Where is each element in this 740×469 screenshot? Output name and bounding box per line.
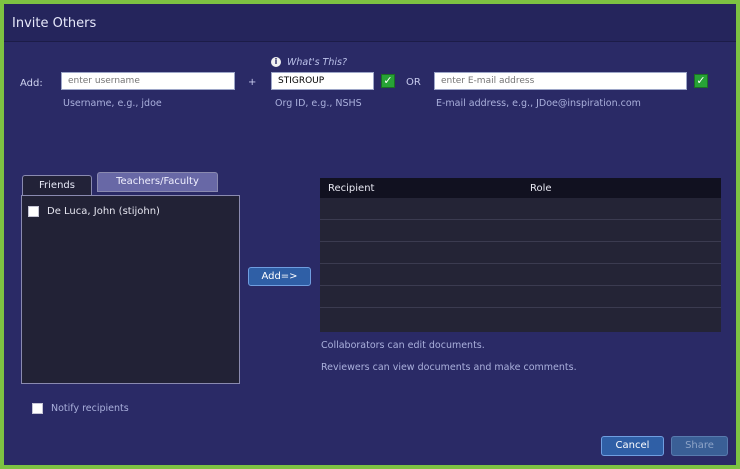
username-input[interactable] [61, 72, 235, 90]
table-row [320, 220, 721, 242]
table-row [320, 242, 721, 264]
cancel-button[interactable]: Cancel [601, 436, 664, 456]
table-row [320, 308, 721, 330]
share-button[interactable]: Share [671, 436, 728, 456]
table-header: Recipient Role [320, 178, 721, 198]
add-label: Add: [20, 78, 43, 89]
invite-dialog: Invite Others Add: Username, e.g., jdoe … [4, 4, 736, 465]
table-row [320, 198, 721, 220]
info-icon[interactable]: i [271, 57, 281, 67]
friend-label: De Luca, John (stijohn) [47, 206, 160, 217]
dialog-titlebar: Invite Others [4, 4, 736, 42]
reviewers-note: Reviewers can view documents and make co… [321, 362, 577, 373]
notify-recipients-option[interactable]: Notify recipients [32, 403, 129, 414]
org-help: Org ID, e.g., NSHS [275, 98, 362, 109]
whats-this-link[interactable]: What's This? [287, 57, 347, 68]
or-label: OR [406, 77, 421, 88]
list-item[interactable]: De Luca, John (stijohn) [28, 206, 160, 217]
friend-checkbox[interactable] [28, 206, 39, 217]
tab-teachers-faculty[interactable]: Teachers/Faculty [97, 172, 218, 192]
plus-symbol: + [248, 77, 257, 88]
org-check-icon: ✓ [381, 74, 395, 88]
email-check-icon: ✓ [694, 74, 708, 88]
recipients-table: Recipient Role [320, 178, 721, 332]
table-row [320, 264, 721, 286]
email-input[interactable] [434, 72, 687, 90]
org-id-input[interactable] [271, 72, 374, 90]
notify-label: Notify recipients [51, 403, 129, 414]
friends-list: De Luca, John (stijohn) [21, 195, 240, 384]
column-header-recipient: Recipient [328, 183, 375, 194]
notify-checkbox[interactable] [32, 403, 43, 414]
tab-friends[interactable]: Friends [22, 175, 92, 196]
table-row [320, 286, 721, 308]
username-help: Username, e.g., jdoe [63, 98, 162, 109]
dialog-title: Invite Others [12, 16, 97, 31]
column-header-role: Role [530, 183, 552, 194]
collaborators-note: Collaborators can edit documents. [321, 340, 485, 351]
add-recipient-button[interactable]: Add=> [248, 267, 311, 286]
email-help: E-mail address, e.g., JDoe@inspiration.c… [436, 98, 641, 109]
